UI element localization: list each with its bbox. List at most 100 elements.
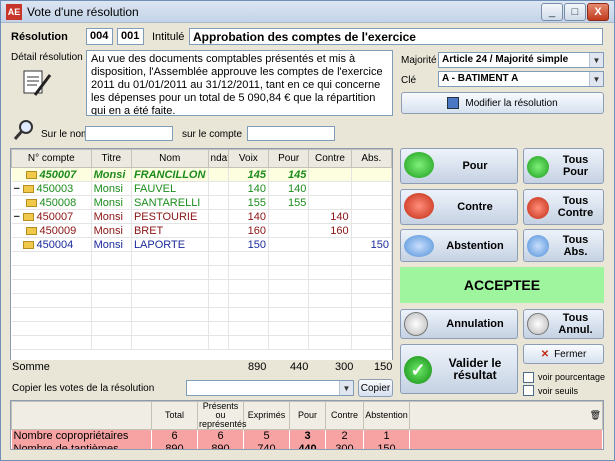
minus-icon	[527, 197, 549, 219]
fermer-button[interactable]: ✕ Fermer	[523, 344, 604, 364]
col-header-titre[interactable]: Titre	[90, 149, 132, 168]
cell-abs	[351, 167, 392, 182]
copy-resolution-select[interactable]: ▼	[186, 380, 354, 396]
search-compte-label: sur le compte	[182, 129, 243, 140]
copy-button[interactable]: Copier	[358, 379, 393, 397]
somme-contre: 300	[335, 361, 354, 373]
plus-icon	[527, 156, 549, 178]
app-icon: AE	[6, 4, 22, 20]
resolution-label: Résolution	[11, 31, 68, 43]
cell-compte: 450007	[11, 167, 92, 182]
cell-compte: 450004	[11, 237, 92, 252]
cell-pour: 140	[268, 181, 310, 196]
cancel-icon	[527, 313, 549, 335]
cell-compte: − 450003	[11, 181, 92, 196]
tous-annul-button[interactable]: Tous Annul.	[523, 309, 604, 339]
chevron-down-icon: ▼	[339, 381, 353, 395]
edit-icon	[447, 97, 460, 109]
close-icon: ✕	[540, 348, 550, 360]
col-header-nom[interactable]: Nom	[130, 149, 209, 168]
cell-voix: 145	[228, 167, 270, 182]
pour-button[interactable]: Pour	[400, 148, 518, 184]
cell-contre	[308, 167, 352, 182]
search-compte-input[interactable]	[247, 126, 335, 141]
empty-row	[11, 321, 392, 336]
table-row[interactable]: 450008 Monsi SANTARELLI 155 155	[11, 195, 392, 210]
minimize-button[interactable]: _	[541, 3, 563, 21]
cell-mandat	[208, 223, 229, 238]
col-header-voix[interactable]: Voix	[227, 149, 270, 168]
abstention-button[interactable]: Abstention	[400, 229, 518, 262]
cell-nom: FRANCILLON	[131, 167, 209, 182]
voir-seuils-checkbox[interactable]	[523, 385, 534, 396]
summary-cell-pour: 3	[289, 429, 326, 443]
summary-table: Total Présents ou représentés Exprimés P…	[10, 400, 604, 450]
col-header-pour[interactable]: Pour	[267, 149, 310, 168]
cell-contre	[308, 181, 352, 196]
contre-button[interactable]: Contre	[400, 189, 518, 225]
cell-nom: LAPORTE	[131, 237, 209, 252]
vote-window: AE Vote d'une résolution _ □ X Résolutio…	[0, 0, 615, 461]
intitule-field[interactable]: Approbation des comptes de l'exercice	[189, 28, 603, 45]
cell-mandat	[208, 181, 229, 196]
cell-titre: Monsi	[91, 167, 132, 182]
voir-seuils-label: voir seuils	[538, 386, 579, 396]
summary-col-exprimes: Exprimés	[243, 401, 290, 430]
modify-resolution-button[interactable]: Modifier la résolution	[401, 92, 604, 114]
empty-row	[11, 251, 392, 266]
cell-contre	[308, 195, 352, 210]
summary-col-extra: 🗑	[409, 401, 603, 430]
cell-abs: 150	[351, 237, 392, 252]
table-row[interactable]: − 450003 Monsi FAUVEL 140 140	[11, 181, 392, 196]
table-row[interactable]: − 450007 Monsi PESTOURIE 140 140	[11, 209, 392, 224]
trash-icon[interactable]: 🗑	[590, 410, 601, 420]
title-bar: AE Vote d'une résolution _ □ X	[1, 1, 614, 23]
table-row[interactable]: 450007 Monsi FRANCILLON 145 145	[11, 167, 392, 182]
cell-pour	[268, 223, 310, 238]
valider-button[interactable]: ✓ Valider le résultat	[400, 344, 518, 394]
detail-textarea[interactable]: Au vue des documents comptables présenté…	[86, 50, 393, 116]
col-header-abs[interactable]: Abs.	[350, 149, 392, 168]
somme-voix: 890	[248, 361, 267, 373]
collapse-icon[interactable]: −	[14, 183, 23, 195]
cell-titre: Monsi	[91, 223, 132, 238]
resolution-number-field[interactable]: 004	[86, 28, 113, 45]
table-row[interactable]: 450009 Monsi BRET 160 160	[11, 223, 392, 238]
cle-label: Clé	[401, 75, 417, 86]
col-header-mandat[interactable]: ndati	[207, 149, 229, 168]
resolution-sub-number-field[interactable]: 001	[117, 28, 144, 45]
detail-label: Détail résolution	[11, 52, 83, 63]
close-button[interactable]: X	[587, 3, 609, 21]
tous-pour-button[interactable]: Tous Pour	[523, 148, 604, 184]
cle-select[interactable]: A - BATIMENT A ▼	[438, 71, 604, 87]
cell-titre: Monsi	[91, 237, 132, 252]
cell-voix: 140	[228, 209, 270, 224]
search-nom-input[interactable]	[85, 126, 173, 141]
table-row[interactable]: 450004 Monsi LAPORTE 150 150	[11, 237, 392, 252]
search-icon	[13, 119, 35, 141]
majorite-select[interactable]: Article 24 / Majorité simple ▼	[438, 52, 604, 68]
summary-col-abstention: Abstention	[363, 401, 410, 430]
summary-cell-contre: 2	[325, 429, 364, 443]
tous-abs-button[interactable]: Tous Abs.	[523, 229, 604, 262]
summary-cell-abs: 150	[363, 442, 410, 449]
somme-abs: 150	[374, 361, 393, 373]
voir-pourcentage-checkbox[interactable]	[523, 372, 534, 383]
cell-voix: 140	[228, 181, 270, 196]
folder-icon	[25, 198, 37, 207]
tous-contre-button[interactable]: Tous Contre	[523, 189, 604, 225]
collapse-icon[interactable]: −	[14, 211, 23, 223]
cell-nom: FAUVEL	[131, 181, 209, 196]
vote-status-banner: ACCEPTEE	[400, 267, 604, 303]
summary-row: Nombre de tantièmes 890 890 740 440 300 150	[11, 442, 603, 449]
col-header-compte[interactable]: N° compte	[11, 149, 92, 168]
summary-cell-total: 890	[151, 442, 198, 449]
annulation-button[interactable]: Annulation	[400, 309, 518, 339]
cell-voix: 160	[228, 223, 270, 238]
maximize-button[interactable]: □	[564, 3, 586, 21]
col-header-contre[interactable]: Contre	[308, 149, 352, 168]
summary-cell-presents: 890	[197, 442, 244, 449]
abstention-icon	[527, 235, 549, 257]
summary-col-blank	[11, 401, 152, 430]
summary-col-total: Total	[151, 401, 198, 430]
